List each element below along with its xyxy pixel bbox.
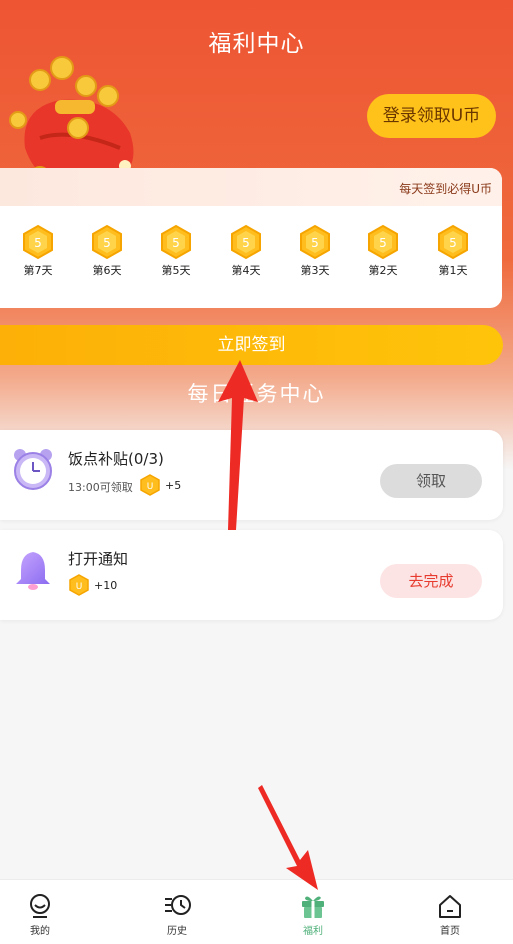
- bottom-nav: 我的 历史 福利 首页: [0, 879, 513, 944]
- svg-text:5: 5: [34, 236, 42, 250]
- claim-button[interactable]: 领取: [380, 464, 482, 498]
- signin-days: 5 第7天 5 第6天 5 第5天 5 第4天 5 第3天 5 第2天 5 第1…: [0, 224, 502, 284]
- signin-day: 5 第2天: [357, 224, 409, 278]
- signin-card: 每天签到必得U币 5 第7天 5 第6天 5 第5天 5 第4天 5 第3天 5…: [0, 168, 502, 308]
- signin-banner: 每天签到必得U币: [0, 168, 502, 206]
- u-coin-icon: U: [69, 574, 89, 596]
- day-label: 第7天: [23, 264, 53, 277]
- svg-text:5: 5: [242, 236, 250, 250]
- login-claim-button[interactable]: 登录领取U币: [367, 94, 496, 138]
- svg-text:5: 5: [103, 236, 111, 250]
- coin-hex-icon: 5: [23, 224, 53, 260]
- bell-icon: [16, 552, 50, 590]
- history-icon: [165, 895, 191, 915]
- coin-hex-icon: 5: [438, 224, 468, 260]
- coin-hex-icon: 5: [300, 224, 330, 260]
- day-label: 第4天: [231, 264, 261, 277]
- task-reward: U +10: [68, 574, 117, 596]
- task-title: 饭点补贴(0/3): [68, 450, 164, 468]
- coin-hex-icon: 5: [161, 224, 191, 260]
- day-label: 第5天: [161, 264, 191, 277]
- coin-hex-icon: 5: [231, 224, 261, 260]
- signin-day: 5 第4天: [220, 224, 272, 278]
- day-label: 第1天: [438, 264, 468, 277]
- task-title: 打开通知: [68, 550, 129, 568]
- day-label: 第6天: [92, 264, 122, 277]
- home-icon: [439, 895, 461, 918]
- svg-text:5: 5: [172, 236, 180, 250]
- svg-text:5: 5: [311, 236, 319, 250]
- task-reward-value: +10: [94, 578, 118, 592]
- day-label: 第3天: [300, 264, 330, 277]
- nav-item-profile[interactable]: 我的: [0, 892, 80, 937]
- nav-label: 历史: [167, 926, 187, 937]
- task-reward-value: +5: [165, 478, 182, 492]
- svg-text:5: 5: [449, 236, 457, 250]
- nav-label: 福利: [303, 926, 323, 937]
- task-card: 饭点补贴(0/3) 13:00可领取 U +5 领取: [0, 430, 503, 520]
- svg-text:U: U: [76, 582, 83, 592]
- profile-icon: [30, 894, 50, 918]
- sign-in-button[interactable]: 立即签到: [0, 325, 503, 365]
- coin-hex-icon: 5: [92, 224, 122, 260]
- gift-icon: [302, 896, 324, 918]
- signin-day: 5 第7天: [12, 224, 64, 278]
- signin-day: 5 第5天: [150, 224, 202, 278]
- task-card: 打开通知 U +10 去完成: [0, 530, 503, 620]
- signin-day: 5 第6天: [81, 224, 133, 278]
- signin-day: 5 第3天: [289, 224, 341, 278]
- svg-text:5: 5: [379, 236, 387, 250]
- nav-item-history[interactable]: 历史: [137, 892, 217, 937]
- svg-text:U: U: [147, 482, 154, 492]
- task-center-title: 每日任务中心: [187, 382, 326, 406]
- nav-item-home[interactable]: 首页: [410, 892, 490, 937]
- coin-hex-icon: 5: [368, 224, 398, 260]
- u-coin-icon: U: [140, 474, 160, 496]
- nav-label: 我的: [30, 926, 50, 937]
- signin-day: 5 第1天: [427, 224, 479, 278]
- task-reward: U +5: [139, 474, 181, 496]
- nav-item-welfare[interactable]: 福利: [273, 892, 353, 937]
- signin-banner-text: 每天签到必得U币: [399, 182, 492, 196]
- complete-button[interactable]: 去完成: [380, 564, 482, 598]
- nav-label: 首页: [440, 926, 460, 937]
- day-label: 第2天: [368, 264, 398, 277]
- task-subtitle: 13:00可领取: [68, 481, 133, 494]
- arrow-down-icon: [258, 785, 318, 890]
- alarm-clock-icon: [14, 449, 52, 490]
